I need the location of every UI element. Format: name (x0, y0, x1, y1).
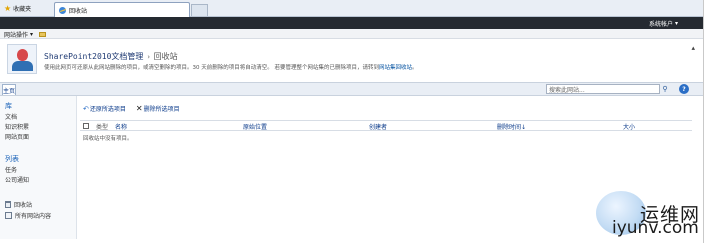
site-collection-recycle-bin-link[interactable]: 网站集回收站 (379, 65, 412, 71)
select-all-checkbox[interactable] (83, 123, 89, 129)
column-header-deleted[interactable]: 删除时间↓ (497, 122, 526, 131)
column-header-type: 类型 (96, 124, 109, 131)
all-content-label: 所有网站内容 (15, 213, 52, 220)
column-header-size[interactable]: 大小 (623, 122, 635, 131)
chevron-down-icon: ▾ (674, 19, 678, 27)
restore-button[interactable]: ↶ 还原所选项目 (83, 104, 126, 114)
watermark-domain: iyunv.com (612, 218, 699, 238)
quick-launch-item-site-pages[interactable]: 网站页面 (5, 132, 29, 141)
tab-home[interactable]: 主页 (2, 84, 16, 95)
quick-launch-recycle-bin[interactable]: 回收站 (5, 200, 32, 209)
quick-launch-item-announcements[interactable]: 公司通知 (5, 175, 29, 184)
browser-tab-label: 回收站 (69, 7, 88, 15)
recycle-bin-icon (5, 201, 11, 208)
site-actions-label: 网站操作 (4, 31, 29, 39)
site-actions-menu[interactable]: 网站操作 ▾ (4, 29, 47, 39)
ie-icon (59, 6, 66, 14)
deleted-column-label: 删除时间 (497, 124, 522, 131)
quick-launch-item-tasks[interactable]: 任务 (5, 165, 17, 174)
new-tab-button[interactable] (191, 4, 208, 16)
quick-launch-all-content[interactable]: 所有网站内容 (5, 211, 51, 220)
folder-icon[interactable] (39, 31, 47, 37)
breadcrumb: SharePoint2010文档管理 › 回收站 (44, 51, 178, 62)
quick-launch-libraries-header[interactable]: 库 (5, 101, 12, 111)
delete-icon: ✕ (135, 103, 143, 113)
system-account-label: 系统帐户 (648, 20, 673, 28)
delete-button[interactable]: ✕ 删除所选项目 (136, 104, 180, 113)
browser-tab-recycle-bin[interactable]: 回收站 (54, 2, 190, 17)
restore-label: 还原所选项目 (89, 106, 126, 113)
breadcrumb-separator: › (146, 52, 151, 61)
chevron-down-icon: ▾ (30, 30, 34, 38)
column-header-created-by[interactable]: 创建者 (369, 122, 387, 131)
search-input[interactable]: 搜索此网站... (546, 84, 660, 94)
ribbon-menu-bar (0, 29, 704, 39)
empty-list-message: 回收站中没有项目。 (83, 136, 133, 142)
sort-arrow-icon: ↓ (521, 124, 527, 131)
all-content-icon (5, 212, 12, 219)
page-title: 回收站 (153, 52, 178, 61)
quick-launch-item-knowledge[interactable]: 知识积累 (5, 122, 29, 131)
recycle-bin-toolbar: ↶ 还原所选项目 ✕ 删除所选项目 (80, 102, 692, 115)
ribbon-top-bar (0, 17, 704, 29)
description-text: 使用此网页可还原从此网站删除的项目，或清空删除的项目。30 天前删除的项目将自动… (44, 65, 379, 71)
notifications-icon[interactable]: ▴ (691, 44, 695, 52)
quick-launch-lists-header[interactable]: 列表 (5, 154, 19, 164)
quick-launch-item-documents[interactable]: 文档 (5, 112, 17, 121)
system-account-menu[interactable]: 系统帐户 ▾ (649, 17, 678, 29)
favorites-label: 收藏夹 (13, 6, 32, 13)
favorites-button[interactable]: ★ 收藏夹 (0, 0, 35, 17)
page-description: 使用此网页可还原从此网站删除的项目，或清空删除的项目。30 天前删除的项目将自动… (44, 63, 418, 71)
recycle-bin-label: 回收站 (14, 202, 33, 209)
help-icon[interactable]: ? (679, 84, 689, 94)
description-suffix: 。 (412, 65, 418, 71)
breadcrumb-site-link[interactable]: SharePoint2010文档管理 (44, 51, 143, 62)
delete-label: 删除所选项目 (143, 106, 180, 113)
restore-icon: ↶ (83, 104, 89, 113)
search-icon[interactable]: ⚲ (660, 84, 670, 94)
column-header-original-location[interactable]: 原始位置 (243, 122, 267, 131)
column-header-name[interactable]: 名称 (115, 122, 127, 131)
star-icon: ★ (4, 3, 12, 13)
browser-tabs: 回收站 (54, 2, 208, 17)
site-logo-icon (7, 44, 37, 74)
